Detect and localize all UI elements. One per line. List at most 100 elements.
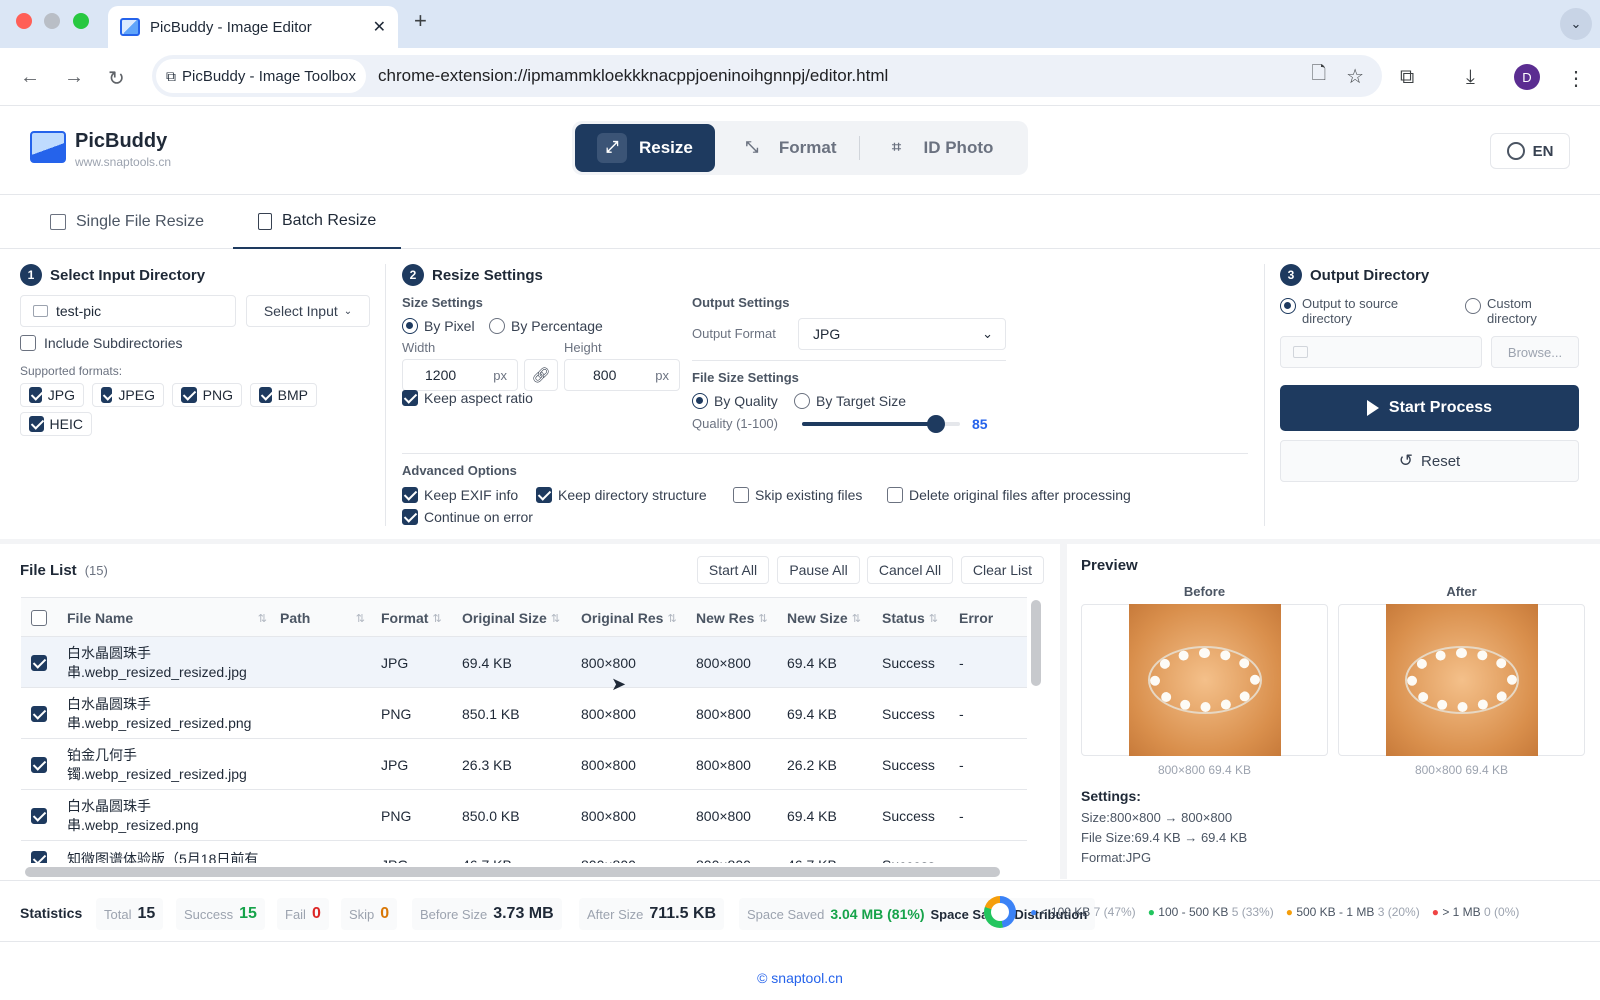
continue-on-error-option[interactable]: Continue on error xyxy=(402,509,533,525)
delete-original-checkbox[interactable] xyxy=(887,487,903,503)
profile-avatar[interactable]: D xyxy=(1514,64,1540,90)
mode-format[interactable]: ⤡ Format xyxy=(715,124,859,172)
height-input[interactable]: 800 px xyxy=(564,359,680,391)
close-window-button[interactable] xyxy=(16,13,32,29)
input-directory-field[interactable]: test-pic xyxy=(20,295,236,327)
row-checkbox[interactable] xyxy=(31,654,47,671)
by-quality-radio[interactable] xyxy=(692,393,708,409)
quality-slider[interactable] xyxy=(802,415,960,433)
table-row[interactable]: 白水晶圆珠手 串.webp_resized.png PNG 850.0 KB 80… xyxy=(21,790,1027,841)
url-text[interactable]: chrome-extension://ipmammkloekkknacppjoe… xyxy=(378,66,888,86)
keep-exif-option[interactable]: Keep EXIF info xyxy=(402,487,518,503)
bookmark-star-icon[interactable]: ☆ xyxy=(1346,64,1364,89)
table-row[interactable]: 白水晶圆珠手 串.webp_resized_resized.jpg JPG 69.… xyxy=(21,637,1027,688)
delete-original-option[interactable]: Delete original files after processing xyxy=(887,487,1131,503)
column-header[interactable]: Status ⇅ xyxy=(882,598,938,638)
by-target-size-option[interactable]: By Target Size xyxy=(794,393,906,409)
keep-aspect-checkbox[interactable] xyxy=(402,390,418,406)
select-input-button[interactable]: Select Input ⌄ xyxy=(246,295,370,327)
site-chip[interactable]: ⧉ PicBuddy - Image Toolbox xyxy=(156,59,366,93)
table-row[interactable]: 白水晶圆珠手 串.webp_resized_resized.png PNG 850… xyxy=(21,688,1027,739)
reset-button[interactable]: ↺ Reset xyxy=(1280,440,1579,482)
reload-icon[interactable]: ↻ xyxy=(108,66,125,91)
browser-tab[interactable]: PicBuddy - Image Editor ✕ xyxy=(108,6,398,48)
page-icon[interactable]: 🗋 xyxy=(1312,61,1326,91)
format-checkbox[interactable] xyxy=(101,387,113,403)
format-png-option[interactable]: PNG xyxy=(172,383,242,407)
browse-button[interactable]: Browse... xyxy=(1491,336,1579,368)
column-header[interactable]: Path ⇅ xyxy=(280,598,365,638)
close-tab-icon[interactable]: ✕ xyxy=(373,17,386,37)
tab-batch-resize[interactable]: Batch Resize xyxy=(233,195,402,249)
forward-icon[interactable]: → xyxy=(64,66,84,89)
quality-slider-handle[interactable] xyxy=(927,415,946,433)
tab-single-file-resize[interactable]: Single File Resize xyxy=(50,195,204,249)
footer-link[interactable]: © snaptool.cn xyxy=(0,970,1600,986)
format-checkbox[interactable] xyxy=(29,416,44,432)
language-button[interactable]: EN xyxy=(1490,133,1570,169)
row-checkbox[interactable] xyxy=(31,756,47,773)
format-jpg-option[interactable]: JPG xyxy=(20,383,84,407)
clear-list-button[interactable]: Clear List xyxy=(961,556,1044,584)
by-pixel-option[interactable]: By Pixel xyxy=(402,318,475,334)
start-all-button[interactable]: Start All xyxy=(697,556,769,584)
link-aspect-button[interactable]: 🔗︎ xyxy=(524,359,558,391)
by-percentage-option[interactable]: By Percentage xyxy=(489,318,603,334)
address-bar[interactable]: ⧉ PicBuddy - Image Toolbox chrome-extens… xyxy=(152,55,1382,97)
format-checkbox[interactable] xyxy=(181,387,197,403)
format-checkbox[interactable] xyxy=(259,387,272,403)
maximize-window-button[interactable] xyxy=(73,13,89,29)
new-tab-icon[interactable]: + xyxy=(414,8,427,34)
skip-existing-checkbox[interactable] xyxy=(733,487,749,503)
output-format-select[interactable]: JPG ⌄ xyxy=(798,318,1006,350)
continue-on-error-checkbox[interactable] xyxy=(402,509,418,525)
row-checkbox[interactable] xyxy=(31,705,47,722)
column-header[interactable]: Format ⇅ xyxy=(381,598,442,638)
step-number: 3 xyxy=(1280,264,1302,286)
start-process-button[interactable]: Start Process xyxy=(1280,385,1579,431)
keep-aspect-option[interactable]: Keep aspect ratio xyxy=(402,390,533,406)
format-jpeg-option[interactable]: JPEG xyxy=(92,383,164,407)
select-all-checkbox[interactable] xyxy=(31,610,47,626)
custom-directory-radio[interactable] xyxy=(1465,298,1481,314)
mode-id-photo[interactable]: ⌗ ID Photo xyxy=(860,124,1016,172)
custom-directory-option[interactable]: Custom directory xyxy=(1465,296,1575,326)
by-target-size-radio[interactable] xyxy=(794,393,810,409)
width-input[interactable]: 1200 px xyxy=(402,359,518,391)
mode-resize[interactable]: ⤢ Resize xyxy=(575,124,715,172)
by-pixel-radio[interactable] xyxy=(402,318,418,334)
include-subdirectories-option[interactable]: Include Subdirectories xyxy=(20,335,183,351)
by-percentage-radio[interactable] xyxy=(489,318,505,334)
column-header[interactable]: New Size ⇅ xyxy=(787,598,861,638)
column-header[interactable]: Original Res ⇅ xyxy=(581,598,677,638)
column-header[interactable]: New Res ⇅ xyxy=(696,598,768,638)
format-bmp-option[interactable]: BMP xyxy=(250,383,317,407)
download-icon[interactable]: ⤓ xyxy=(1466,66,1475,89)
format-checkbox[interactable] xyxy=(29,387,42,403)
column-header[interactable]: Original Size ⇅ xyxy=(462,598,560,638)
include-subdirectories-checkbox[interactable] xyxy=(20,335,36,351)
pause-all-button[interactable]: Pause All xyxy=(777,556,860,584)
table-row[interactable]: 铂金几何手 镯.webp_resized_resized.jpg JPG 26.3… xyxy=(21,739,1027,790)
by-quality-option[interactable]: By Quality xyxy=(692,393,778,409)
column-header[interactable]: File Name ⇅ xyxy=(67,598,267,638)
cancel-all-button[interactable]: Cancel All xyxy=(867,556,953,584)
horizontal-scrollbar[interactable] xyxy=(25,867,1000,877)
extensions-icon[interactable]: ⧉ xyxy=(1400,66,1414,89)
menu-dots-icon[interactable]: ⋮ xyxy=(1566,66,1586,91)
vertical-scrollbar[interactable] xyxy=(1031,600,1041,686)
output-to-source-option[interactable]: Output to source directory xyxy=(1280,296,1450,326)
row-checkbox[interactable] xyxy=(31,851,47,863)
skip-existing-option[interactable]: Skip existing files xyxy=(733,487,862,503)
back-icon[interactable]: ← xyxy=(20,66,40,89)
row-checkbox[interactable] xyxy=(31,807,47,824)
output-to-source-radio[interactable] xyxy=(1280,298,1296,314)
output-directory-field[interactable] xyxy=(1280,336,1482,368)
minimize-window-button[interactable] xyxy=(44,13,60,29)
format-heic-option[interactable]: HEIC xyxy=(20,412,92,436)
table-row[interactable]: 知微图谱体验版（5月18日前有 JPG 46.7 KB 800×800 800×… xyxy=(21,841,1027,863)
keep-structure-checkbox[interactable] xyxy=(536,487,552,503)
keep-exif-checkbox[interactable] xyxy=(402,487,418,503)
keep-structure-option[interactable]: Keep directory structure xyxy=(536,487,707,503)
tab-search-icon[interactable]: ⌄ xyxy=(1560,8,1592,40)
